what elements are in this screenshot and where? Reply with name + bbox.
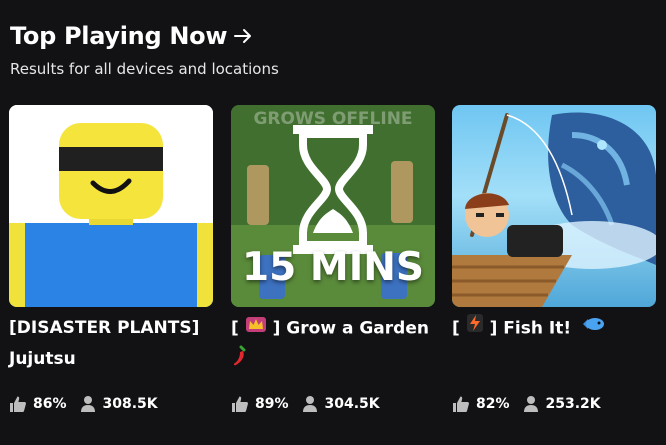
chili-pepper-icon bbox=[231, 345, 249, 378]
game-title-prefix: [ bbox=[231, 318, 245, 339]
game-title-line2: Jujutsu bbox=[9, 349, 76, 369]
fish-icon bbox=[581, 313, 605, 344]
thumbnail-overlay-top-text: GROWS OFFLINE bbox=[253, 109, 413, 129]
game-title[interactable]: [ ] Fish It! bbox=[452, 313, 662, 345]
game-title[interactable]: [DISASTER PLANTS] Jujutsu bbox=[9, 313, 219, 375]
rating-value: 89% bbox=[255, 396, 289, 412]
person-icon bbox=[523, 396, 538, 412]
rating-stat: 82% bbox=[452, 395, 510, 413]
person-icon bbox=[80, 396, 95, 412]
thumbs-up-icon bbox=[453, 396, 469, 412]
rating-value: 82% bbox=[476, 396, 510, 412]
arrow-right-icon bbox=[233, 26, 253, 46]
section-header: Top Playing Now Results for all devices … bbox=[10, 22, 279, 78]
rating-stat: 89% bbox=[231, 395, 289, 413]
game-card-fish-it[interactable]: [ ] Fish It! 82% 253.2K bbox=[452, 105, 656, 412]
players-value: 253.2K bbox=[545, 396, 601, 412]
game-title-line1: [DISASTER PLANTS] bbox=[9, 318, 200, 338]
players-value: 308.5K bbox=[102, 396, 158, 412]
game-title-text: ] Grow a Garden bbox=[266, 318, 429, 339]
game-stats: 89% 304.5K bbox=[231, 395, 380, 413]
game-title[interactable]: [ ] Grow a Garden bbox=[231, 313, 441, 378]
game-card-disaster-plants[interactable]: [DISASTER PLANTS] Jujutsu 86% 308.5K bbox=[9, 105, 213, 412]
person-icon bbox=[302, 396, 317, 412]
game-title-prefix: [ bbox=[452, 318, 466, 339]
players-value: 304.5K bbox=[324, 396, 380, 412]
rating-stat: 86% bbox=[9, 395, 67, 413]
game-thumbnail[interactable] bbox=[9, 105, 213, 307]
game-thumbnail[interactable]: GROWS OFFLINE 15 MINS bbox=[231, 105, 435, 307]
section-title: Top Playing Now bbox=[10, 22, 228, 50]
game-card-grow-a-garden[interactable]: GROWS OFFLINE 15 MINS [ ] Grow a Garden … bbox=[231, 105, 435, 412]
thumbnail-overlay-bottom-text: 15 MINS bbox=[242, 245, 424, 290]
thumbs-up-icon bbox=[232, 396, 248, 412]
players-stat: 253.2K bbox=[522, 395, 601, 413]
crown-icon bbox=[245, 313, 267, 344]
game-title-text: ] Fish It! bbox=[483, 318, 572, 339]
lightning-icon bbox=[466, 313, 484, 344]
rating-value: 86% bbox=[33, 396, 67, 412]
section-subtitle: Results for all devices and locations bbox=[10, 60, 279, 78]
players-stat: 308.5K bbox=[79, 395, 158, 413]
game-thumbnail[interactable] bbox=[452, 105, 656, 307]
game-stats: 82% 253.2K bbox=[452, 395, 601, 413]
game-stats: 86% 308.5K bbox=[9, 395, 158, 413]
thumbs-up-icon bbox=[10, 396, 26, 412]
players-stat: 304.5K bbox=[301, 395, 380, 413]
top-playing-link[interactable]: Top Playing Now bbox=[10, 22, 279, 50]
